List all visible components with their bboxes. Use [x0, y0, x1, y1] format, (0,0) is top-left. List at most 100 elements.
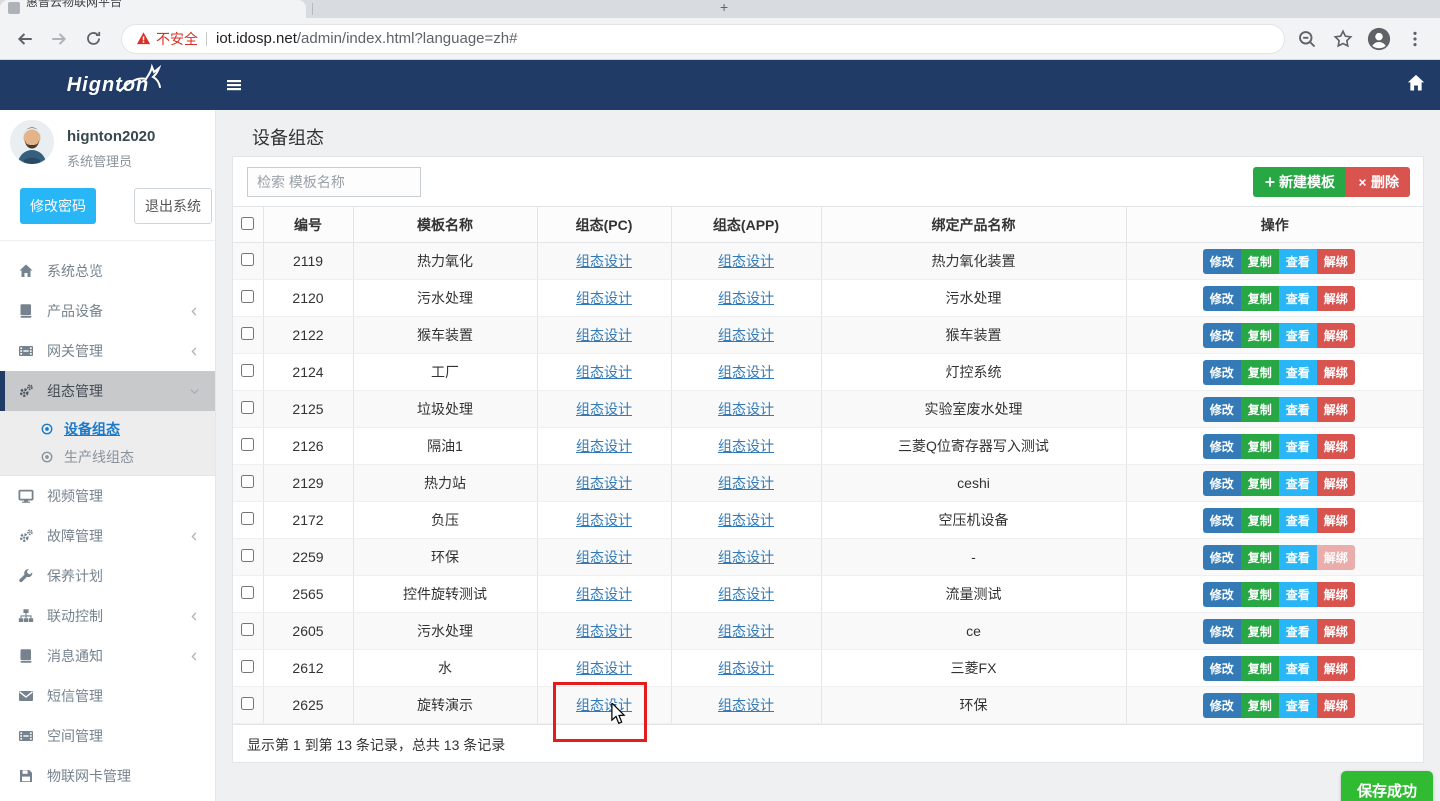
- sidebar-item-sms-mgmt[interactable]: 短信管理: [0, 676, 215, 716]
- config-pc-link[interactable]: 组态设计: [576, 512, 632, 528]
- config-pc-link[interactable]: 组态设计: [576, 438, 632, 454]
- copy-action-button[interactable]: 复制: [1241, 656, 1279, 681]
- modify-action-button[interactable]: 修改: [1203, 693, 1241, 718]
- row-checkbox[interactable]: [241, 586, 254, 599]
- copy-action-button[interactable]: 复制: [1241, 360, 1279, 385]
- sidebar-subitem-device-config[interactable]: 设备组态: [0, 415, 215, 443]
- row-checkbox[interactable]: [241, 697, 254, 710]
- config-pc-link[interactable]: 组态设计: [576, 290, 632, 306]
- sidebar-item-message-notify[interactable]: 消息通知: [0, 636, 215, 676]
- view-action-button[interactable]: 查看: [1279, 471, 1317, 496]
- unbind-action-button[interactable]: 解绑: [1317, 397, 1355, 422]
- sidebar-item-knowledge-category[interactable]: 知识分类: [0, 796, 215, 801]
- modify-action-button[interactable]: 修改: [1203, 434, 1241, 459]
- logout-button[interactable]: 退出系统: [134, 188, 212, 224]
- modify-action-button[interactable]: 修改: [1203, 582, 1241, 607]
- modify-action-button[interactable]: 修改: [1203, 508, 1241, 533]
- view-action-button[interactable]: 查看: [1279, 249, 1317, 274]
- browser-tab[interactable]: 惠普云物联网平台: [0, 0, 306, 18]
- new-template-button[interactable]: 新建模板: [1253, 167, 1346, 197]
- row-checkbox[interactable]: [241, 623, 254, 636]
- new-tab-button[interactable]: +: [720, 0, 728, 15]
- copy-action-button[interactable]: 复制: [1241, 434, 1279, 459]
- config-app-link[interactable]: 组态设计: [718, 549, 774, 565]
- copy-action-button[interactable]: 复制: [1241, 619, 1279, 644]
- sidebar-item-product-device[interactable]: 产品设备: [0, 291, 215, 331]
- view-action-button[interactable]: 查看: [1279, 397, 1317, 422]
- search-input[interactable]: [247, 167, 421, 197]
- user-avatar[interactable]: [10, 120, 54, 164]
- config-pc-link[interactable]: 组态设计: [576, 364, 632, 380]
- config-pc-link[interactable]: 组态设计: [576, 327, 632, 343]
- row-checkbox[interactable]: [241, 290, 254, 303]
- bookmark-star-icon[interactable]: [1330, 26, 1356, 52]
- forward-button[interactable]: [44, 24, 74, 54]
- config-app-link[interactable]: 组态设计: [718, 290, 774, 306]
- modify-action-button[interactable]: 修改: [1203, 619, 1241, 644]
- select-all-checkbox[interactable]: [241, 217, 254, 230]
- config-pc-link[interactable]: 组态设计: [576, 660, 632, 676]
- unbind-action-button[interactable]: 解绑: [1317, 249, 1355, 274]
- config-pc-link[interactable]: 组态设计: [576, 549, 632, 565]
- address-bar[interactable]: 不安全 iot.idosp.net/admin/index.html?langu…: [122, 25, 1284, 53]
- copy-action-button[interactable]: 复制: [1241, 286, 1279, 311]
- browser-profile-icon[interactable]: [1366, 26, 1392, 52]
- unbind-action-button[interactable]: 解绑: [1317, 360, 1355, 385]
- modify-action-button[interactable]: 修改: [1203, 471, 1241, 496]
- app-logo[interactable]: Hignton: [0, 60, 216, 110]
- row-checkbox[interactable]: [241, 660, 254, 673]
- config-app-link[interactable]: 组态设计: [718, 697, 774, 713]
- config-app-link[interactable]: 组态设计: [718, 586, 774, 602]
- config-app-link[interactable]: 组态设计: [718, 364, 774, 380]
- unbind-action-button[interactable]: 解绑: [1317, 471, 1355, 496]
- config-app-link[interactable]: 组态设计: [718, 438, 774, 454]
- row-checkbox[interactable]: [241, 438, 254, 451]
- back-button[interactable]: [10, 24, 40, 54]
- view-action-button[interactable]: 查看: [1279, 434, 1317, 459]
- delete-button[interactable]: 删除: [1346, 167, 1410, 197]
- copy-action-button[interactable]: 复制: [1241, 471, 1279, 496]
- view-action-button[interactable]: 查看: [1279, 656, 1317, 681]
- config-pc-link[interactable]: 组态设计: [576, 475, 632, 491]
- sidebar-item-config-mgmt[interactable]: 组态管理: [0, 371, 215, 411]
- view-action-button[interactable]: 查看: [1279, 545, 1317, 570]
- sidebar-item-iot-card-mgmt[interactable]: 物联网卡管理: [0, 756, 215, 796]
- sidebar-item-gateway-mgmt[interactable]: 网关管理: [0, 331, 215, 371]
- unbind-action-button[interactable]: 解绑: [1317, 582, 1355, 607]
- browser-menu-icon[interactable]: [1402, 26, 1428, 52]
- copy-action-button[interactable]: 复制: [1241, 545, 1279, 570]
- sidebar-item-fault-mgmt[interactable]: 故障管理: [0, 516, 215, 556]
- view-action-button[interactable]: 查看: [1279, 286, 1317, 311]
- row-checkbox[interactable]: [241, 549, 254, 562]
- unbind-action-button[interactable]: 解绑: [1317, 693, 1355, 718]
- row-checkbox[interactable]: [241, 253, 254, 266]
- config-app-link[interactable]: 组态设计: [718, 660, 774, 676]
- view-action-button[interactable]: 查看: [1279, 693, 1317, 718]
- unbind-action-button[interactable]: 解绑: [1317, 286, 1355, 311]
- modify-action-button[interactable]: 修改: [1203, 397, 1241, 422]
- row-checkbox[interactable]: [241, 401, 254, 414]
- modify-action-button[interactable]: 修改: [1203, 323, 1241, 348]
- config-app-link[interactable]: 组态设计: [718, 401, 774, 417]
- unbind-action-button[interactable]: 解绑: [1317, 323, 1355, 348]
- config-pc-link[interactable]: 组态设计: [576, 253, 632, 269]
- view-action-button[interactable]: 查看: [1279, 323, 1317, 348]
- config-pc-link[interactable]: 组态设计: [576, 697, 632, 713]
- sidebar-item-space-mgmt[interactable]: 空间管理: [0, 716, 215, 756]
- config-pc-link[interactable]: 组态设计: [576, 623, 632, 639]
- copy-action-button[interactable]: 复制: [1241, 582, 1279, 607]
- view-action-button[interactable]: 查看: [1279, 360, 1317, 385]
- config-pc-link[interactable]: 组态设计: [576, 401, 632, 417]
- sidebar-subitem-line-config[interactable]: 生产线组态: [0, 443, 215, 471]
- modify-action-button[interactable]: 修改: [1203, 286, 1241, 311]
- modify-action-button[interactable]: 修改: [1203, 360, 1241, 385]
- modify-action-button[interactable]: 修改: [1203, 545, 1241, 570]
- home-button[interactable]: [1406, 73, 1426, 93]
- zoom-out-icon[interactable]: [1294, 26, 1320, 52]
- config-app-link[interactable]: 组态设计: [718, 512, 774, 528]
- row-checkbox[interactable]: [241, 364, 254, 377]
- sidebar-item-system-overview[interactable]: 系统总览: [0, 251, 215, 291]
- view-action-button[interactable]: 查看: [1279, 619, 1317, 644]
- sidebar-item-maintenance-plan[interactable]: 保养计划: [0, 556, 215, 596]
- security-warning-label[interactable]: 不安全: [156, 29, 198, 49]
